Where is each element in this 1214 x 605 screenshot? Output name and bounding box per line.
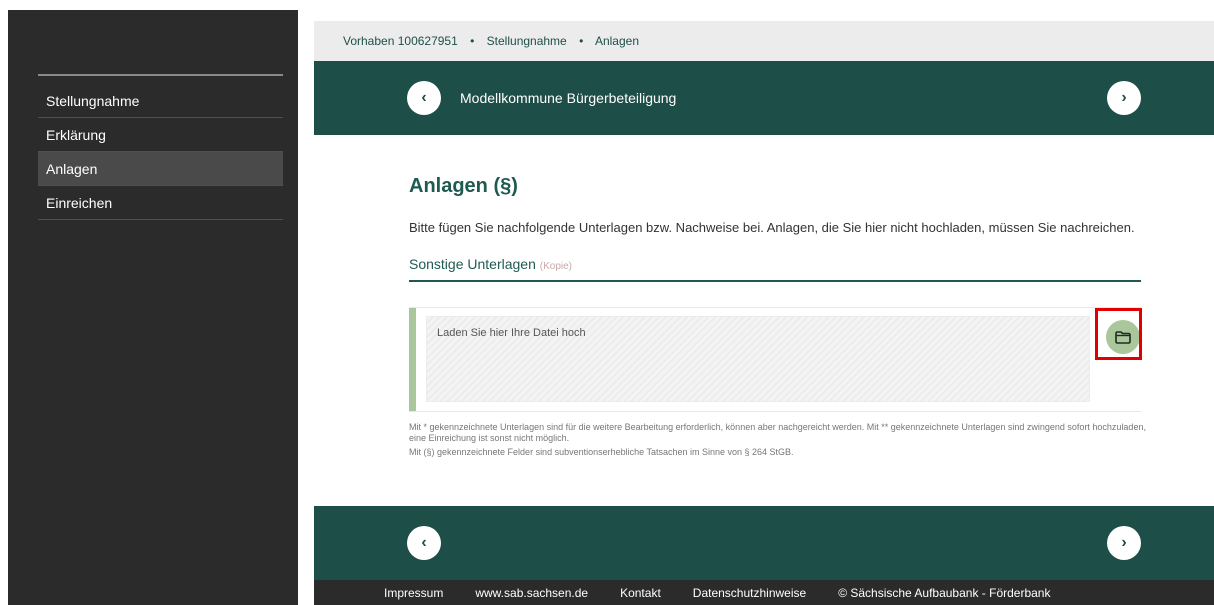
intro-text: Bitte fügen Sie nachfolgende Unterlagen …	[409, 220, 1135, 235]
project-title: Modellkommune Bürgerbeteiligung	[460, 90, 677, 106]
note-required: Mit * gekennzeichnete Unterlagen sind fü…	[409, 422, 1146, 443]
page-title: Anlagen (§)	[409, 175, 518, 197]
attachments-section: Anlagen (§) Bitte fügen Sie nachfolgende…	[314, 175, 1214, 458]
sidebar-item-stellungnahme[interactable]: Stellungnahme	[38, 84, 283, 118]
breadcrumb-separator: •	[579, 34, 584, 48]
chevron-left-icon: ‹	[421, 534, 427, 551]
main-content: Vorhaben 100627951 • Stellungnahme • Anl…	[314, 21, 1214, 605]
file-drop-zone[interactable]: Laden Sie hier Ihre Datei hoch	[426, 316, 1090, 402]
upload-card: Laden Sie hier Ihre Datei hoch	[409, 307, 1142, 412]
footer-link-kontakt[interactable]: Kontakt	[620, 586, 661, 600]
sidebar-item-erklaerung[interactable]: Erklärung	[38, 118, 283, 152]
sidebar-nav: Stellungnahme Erklärung Anlagen Einreich…	[38, 84, 283, 220]
upload-folder-button[interactable]	[1106, 320, 1140, 354]
bottom-nav-bar: ‹ ›	[314, 506, 1214, 580]
upload-placeholder: Laden Sie hier Ihre Datei hoch	[437, 327, 586, 339]
upload-accent-bar	[409, 308, 416, 411]
next-button-bottom[interactable]: ›	[1107, 526, 1141, 560]
sidebar-divider	[38, 74, 283, 76]
next-button[interactable]: ›	[1107, 81, 1141, 115]
section-title-sub: (Kopie)	[539, 261, 573, 272]
sidebar: Stellungnahme Erklärung Anlagen Einreich…	[8, 10, 298, 605]
chevron-left-icon: ‹	[421, 89, 427, 106]
sidebar-item-anlagen[interactable]: Anlagen	[38, 152, 283, 186]
chevron-right-icon: ›	[1121, 89, 1127, 106]
footer-links: Impressum www.sab.sachsen.de Kontakt Dat…	[314, 580, 1214, 605]
section-title: Sonstige Unterlagen (Kopie)	[409, 256, 1141, 282]
footer-copyright: © Sächsische Aufbaubank - Förderbank	[838, 585, 1051, 600]
prev-button-bottom[interactable]: ‹	[407, 526, 441, 560]
section-title-label: Sonstige Unterlagen	[409, 256, 536, 272]
sidebar-item-einreichen[interactable]: Einreichen	[38, 186, 283, 220]
prev-button[interactable]: ‹	[407, 81, 441, 115]
breadcrumb-stellungnahme[interactable]: Stellungnahme	[487, 34, 567, 48]
breadcrumb-anlagen: Anlagen	[594, 34, 639, 48]
footer: Impressum www.sab.sachsen.de Kontakt Dat…	[314, 580, 1214, 605]
breadcrumb: Vorhaben 100627951 • Stellungnahme • Anl…	[314, 21, 1214, 61]
project-banner: ‹ Modellkommune Bürgerbeteiligung ›	[314, 61, 1214, 135]
breadcrumb-vorhaben[interactable]: Vorhaben 100627951	[343, 34, 458, 48]
footer-link-datenschutz[interactable]: Datenschutzhinweise	[693, 586, 806, 600]
note-subsidy: Mit (§) gekennzeichnete Felder sind subv…	[409, 447, 794, 457]
notes: Mit * gekennzeichnete Unterlagen sind fü…	[409, 422, 1149, 458]
chevron-right-icon: ›	[1121, 534, 1127, 551]
footer-link-impressum[interactable]: Impressum	[384, 586, 443, 600]
breadcrumb-separator: •	[470, 34, 475, 48]
folder-icon	[1115, 330, 1131, 344]
footer-link-website[interactable]: www.sab.sachsen.de	[475, 586, 588, 600]
